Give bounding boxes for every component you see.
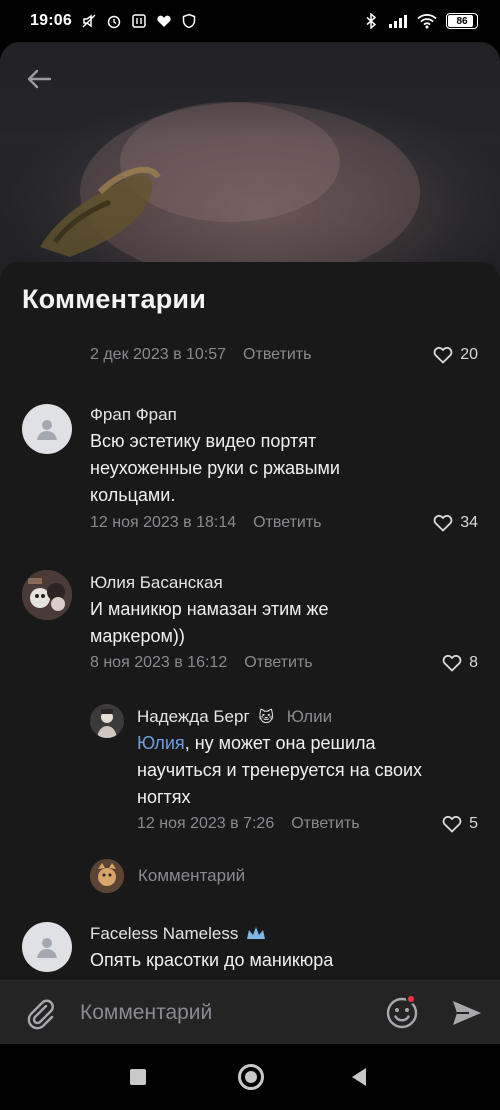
- nfc-icon: [132, 14, 146, 28]
- comments-sheet: Комментарии 2 дек 2023 в 10:57 Ответить …: [0, 262, 500, 980]
- comment-date: 12 ноя 2023 в 18:14: [90, 514, 237, 531]
- comment-meta: 2 дек 2023 в 10:57 Ответить: [90, 346, 311, 364]
- reply-button[interactable]: Ответить: [291, 815, 359, 833]
- like-button[interactable]: 20: [433, 346, 478, 364]
- wifi-icon: [417, 14, 437, 29]
- heart-app-icon: [157, 15, 171, 27]
- avatar[interactable]: [22, 922, 72, 972]
- profile-photo: [22, 570, 72, 620]
- heart-icon: [442, 654, 462, 672]
- status-time: 19:06: [30, 12, 72, 29]
- battery-level: 86: [456, 15, 468, 27]
- comment-text: Опять красотки до маникюра: [90, 950, 334, 970]
- avatar[interactable]: [22, 404, 72, 454]
- avatar[interactable]: [90, 704, 124, 738]
- send-icon[interactable]: [448, 995, 484, 1031]
- comment-meta: 12 ноя 2023 в 18:14 Ответить: [90, 514, 322, 532]
- sheet-title: Комментарии: [22, 284, 207, 314]
- back-button[interactable]: [22, 62, 56, 96]
- comment-author[interactable]: Юлия Басанская: [90, 573, 223, 593]
- recents-button[interactable]: [130, 1069, 146, 1085]
- comment-author: Faceless Nameless: [90, 924, 267, 944]
- like-count: 34: [460, 514, 478, 531]
- like-count: 5: [469, 815, 478, 832]
- comment-text: Всю эстетику видео портят неухоженные ру…: [90, 431, 340, 505]
- comment-author-name[interactable]: Faceless Nameless: [90, 924, 238, 943]
- heart-icon: [442, 815, 462, 833]
- like-button[interactable]: 5: [442, 815, 478, 833]
- comment-date: 12 ноя 2023 в 7:26: [137, 815, 275, 832]
- comment-author: Надежда Берг 🐱 Юлии: [137, 707, 332, 727]
- comment-text: И маникюр намазан этим же маркером)): [90, 599, 329, 646]
- paperclip-icon[interactable]: [22, 995, 58, 1031]
- status-bar: 19:06 86: [0, 0, 500, 42]
- like-button[interactable]: 34: [433, 514, 478, 532]
- shield-icon: [182, 13, 196, 29]
- reply-button[interactable]: Ответить: [253, 514, 321, 532]
- profile-photo: [90, 859, 124, 893]
- like-button[interactable]: 8: [442, 654, 478, 672]
- cat-emoji-icon: 🐱: [258, 709, 275, 726]
- reply-to-label: Юлии: [286, 707, 333, 726]
- battery-indicator: 86: [446, 13, 478, 29]
- mention-link[interactable]: Юлия: [137, 733, 185, 753]
- avatar[interactable]: [22, 570, 72, 620]
- reply-button[interactable]: Ответить: [243, 346, 311, 364]
- like-count: 8: [469, 654, 478, 671]
- profile-photo: [90, 704, 124, 738]
- notification-dot: [406, 994, 416, 1004]
- comment-author[interactable]: Фрап Фрап: [90, 405, 177, 425]
- mute-icon: [82, 14, 96, 28]
- reply-button[interactable]: Ответить: [244, 654, 312, 672]
- system-nav-bar: [0, 1044, 500, 1110]
- comment-composer: Комментарий: [0, 980, 500, 1044]
- alarm-icon: [107, 15, 121, 29]
- comment-date: 2 дек 2023 в 10:57: [90, 346, 227, 363]
- comment-meta: 8 ноя 2023 в 16:12 Ответить: [90, 654, 313, 672]
- comment-input[interactable]: Комментарий: [80, 995, 370, 1031]
- signal-icon: [389, 15, 407, 28]
- bluetooth-icon: [366, 13, 377, 29]
- arrow-left-icon: [27, 69, 52, 89]
- home-button[interactable]: [238, 1064, 264, 1090]
- thread-reply-placeholder: Комментарий: [138, 866, 246, 885]
- user-placeholder-icon: [37, 420, 57, 440]
- system-back-button[interactable]: [352, 1068, 366, 1086]
- comment-text: Юлия, ну может она решила научиться и тр…: [137, 733, 423, 807]
- reply-author-name[interactable]: Надежда Берг: [137, 707, 250, 726]
- crown-icon: [247, 927, 266, 939]
- video-preview: [0, 42, 500, 282]
- thread-reply-input[interactable]: Комментарий: [90, 859, 245, 893]
- user-placeholder-icon: [37, 938, 57, 958]
- comment-meta: 12 ноя 2023 в 7:26 Ответить: [137, 815, 360, 833]
- heart-icon: [433, 346, 453, 364]
- my-avatar: [90, 859, 124, 893]
- heart-icon: [433, 514, 453, 532]
- comment-date: 8 ноя 2023 в 16:12: [90, 654, 228, 671]
- like-count: 20: [460, 346, 478, 363]
